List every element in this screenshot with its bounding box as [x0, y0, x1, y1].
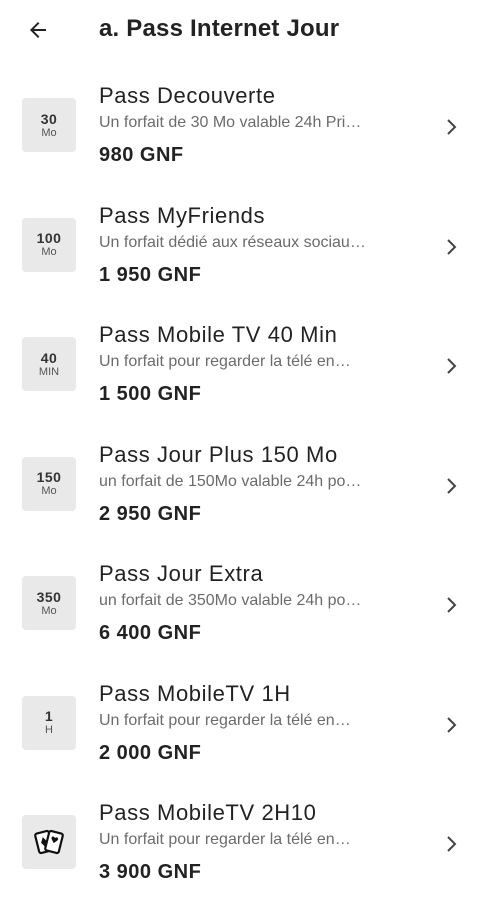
badge-value: 40	[40, 349, 58, 366]
item-badge: 1 H	[22, 695, 76, 750]
item-name: Pass MobileTV 1H	[99, 680, 291, 706]
list-item[interactable]: 350 Mo Pass Jour Extra un forfait de 350…	[0, 538, 485, 658]
item-badge: 30 Mo	[22, 98, 76, 152]
item-name: Pass Jour Plus 150 Mo	[99, 441, 338, 467]
item-description: Un forfait dédié aux réseaux sociau…	[99, 233, 366, 251]
item-price: 2 000 GNF	[99, 741, 202, 764]
item-name: Pass Decouverte	[99, 83, 276, 108]
list-item[interactable]: Pass MobileTV 2H10 Un forfait pour regar…	[0, 777, 485, 897]
chevron-right-icon	[447, 358, 457, 374]
item-badge: 350 Mo	[22, 576, 76, 630]
badge-unit: H	[45, 724, 53, 736]
item-name: Pass MobileTV 2H10	[99, 800, 317, 825]
list-item[interactable]: 30 Mo Pass Decouverte Un forfait de 30 M…	[0, 60, 485, 180]
playing-cards-icon	[34, 829, 64, 855]
item-name: Pass Jour Extra	[99, 561, 264, 586]
item-price: 1 500 GNF	[99, 383, 202, 405]
list-item[interactable]: 100 Mo Pass MyFriends Un forfait dédié a…	[0, 180, 485, 300]
item-name: Pass MyFriends	[99, 202, 266, 228]
badge-value: 150	[36, 469, 62, 485]
item-badge: 40 MIN	[22, 337, 76, 391]
item-description: Un forfait pour regarder la télé en…	[99, 831, 351, 848]
list-item[interactable]: 40 MIN Pass Mobile TV 40 Min Un forfait …	[0, 299, 485, 419]
item-description: Un forfait pour regarder la télé en…	[99, 711, 351, 729]
item-price: 3 900 GNF	[99, 861, 202, 883]
arrow-left-icon	[30, 22, 46, 38]
badge-unit: MIN	[38, 365, 60, 378]
item-badge: 150 Mo	[22, 456, 76, 511]
badge-unit: Mo	[41, 604, 57, 617]
chevron-right-icon	[447, 597, 457, 613]
item-name: Pass Mobile TV 40 Min	[99, 322, 338, 347]
item-badge: 100 Mo	[22, 217, 76, 272]
pass-list: 30 Mo Pass Decouverte Un forfait de 30 M…	[0, 60, 485, 897]
item-description: Un forfait pour regarder la télé en…	[99, 353, 351, 370]
item-description: un forfait de 150Mo valable 24h po…	[99, 472, 362, 490]
chevron-right-icon	[447, 477, 457, 494]
badge-value: 350	[36, 588, 62, 605]
item-badge	[22, 815, 76, 869]
app-bar: a. Pass Internet Jour	[0, 0, 485, 60]
page-title: a. Pass Internet Jour	[99, 15, 340, 42]
chevron-right-icon	[447, 238, 457, 255]
item-price: 1 950 GNF	[99, 263, 202, 286]
chevron-right-icon	[447, 716, 457, 733]
badge-value: 1	[44, 708, 54, 724]
item-description: Un forfait de 30 Mo valable 24h Pri…	[99, 114, 362, 131]
chevron-right-icon	[447, 119, 457, 135]
badge-unit: Mo	[41, 246, 57, 258]
item-price: 980 GNF	[99, 144, 184, 166]
badge-unit: Mo	[41, 485, 57, 497]
back-button[interactable]	[22, 14, 54, 46]
item-price: 2 950 GNF	[99, 502, 202, 525]
chevron-right-icon	[447, 836, 457, 852]
badge-value: 100	[36, 230, 62, 246]
badge-unit: Mo	[41, 126, 57, 139]
badge-value: 30	[40, 110, 58, 127]
item-description: un forfait de 350Mo valable 24h po…	[99, 592, 362, 609]
item-price: 6 400 GNF	[99, 622, 202, 644]
list-item[interactable]: 150 Mo Pass Jour Plus 150 Mo un forfait …	[0, 419, 485, 539]
list-item[interactable]: 1 H Pass MobileTV 1H Un forfait pour reg…	[0, 658, 485, 778]
